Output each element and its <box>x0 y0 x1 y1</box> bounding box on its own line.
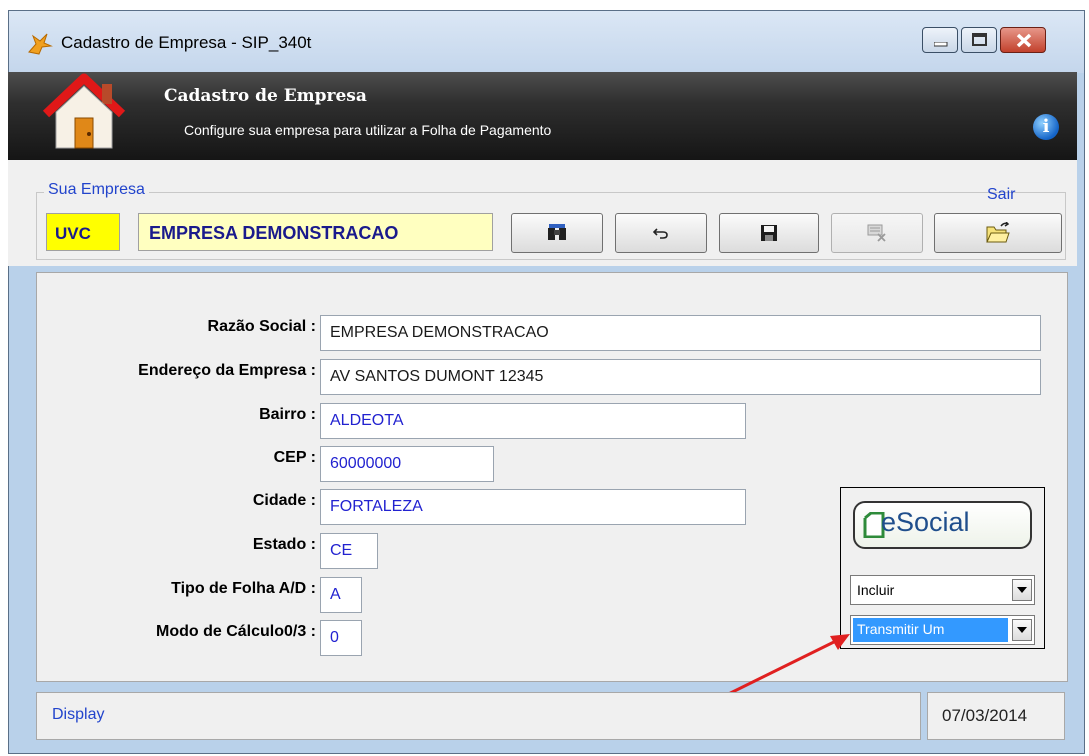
minimize-button[interactable] <box>922 27 958 53</box>
search-button[interactable] <box>511 213 603 253</box>
label-endereco: Endereço da Empresa : <box>138 362 316 379</box>
status-bar <box>36 692 921 740</box>
undo-icon <box>653 228 668 239</box>
maximize-button[interactable] <box>961 27 997 53</box>
esocial-action-select[interactable]: Incluir <box>850 575 1035 605</box>
label-bairro: Bairro : <box>259 406 316 423</box>
binoculars-icon <box>548 224 566 240</box>
tipo-folha-field[interactable]: A <box>320 577 362 613</box>
label-tipo-folha: Tipo de Folha A/D : <box>171 580 316 597</box>
info-icon[interactable]: i <box>1033 114 1059 140</box>
bairro-field[interactable]: ALDEOTA <box>320 403 746 439</box>
chevron-down-icon[interactable] <box>1012 619 1032 641</box>
save-button[interactable] <box>719 213 819 253</box>
razao-social-field[interactable]: EMPRESA DEMONSTRACAO <box>320 315 1041 351</box>
label-cep: CEP : <box>273 449 316 466</box>
open-folder-icon <box>986 222 1010 243</box>
header-title: Cadastro de Empresa <box>164 86 367 106</box>
floppy-disk-icon <box>761 225 777 241</box>
exit-button[interactable] <box>934 213 1062 253</box>
label-cidade: Cidade : <box>252 492 316 509</box>
header-subtitle: Configure sua empresa para utilizar a Fo… <box>184 122 552 138</box>
esocial-mode-select[interactable]: Transmitir Um <box>850 615 1035 645</box>
endereco-field[interactable]: AV SANTOS DUMONT 12345 <box>320 359 1041 395</box>
cidade-field[interactable]: FORTALEZA <box>320 489 746 525</box>
app-logo-icon <box>27 32 53 56</box>
delete-button[interactable] <box>831 213 923 253</box>
modo-calculo-field[interactable]: 0 <box>320 620 362 656</box>
chevron-down-icon[interactable] <box>1012 579 1032 601</box>
delete-record-icon <box>867 224 886 242</box>
status-date: 07/03/2014 <box>942 706 1028 725</box>
company-name-field[interactable]: EMPRESA DEMONSTRACAO <box>138 213 493 251</box>
exit-label: Sair <box>987 186 1016 203</box>
group-legend: Sua Empresa <box>44 181 149 199</box>
label-estado: Estado : <box>252 536 316 553</box>
undo-button[interactable] <box>615 213 707 253</box>
close-button[interactable] <box>1000 27 1046 53</box>
esocial-action-value: Incluir <box>857 582 895 598</box>
label-modo-calculo: Modo de Cálculo0/3 : <box>155 623 316 640</box>
house-icon <box>40 72 128 152</box>
esocial-logo-text: eSocial <box>881 507 970 537</box>
window-title: Cadastro de Empresa - SIP_340t <box>61 33 312 52</box>
estado-field[interactable]: CE <box>320 533 378 569</box>
esocial-mode-value: Transmitir Um <box>853 618 1008 642</box>
label-razao-social: Razão Social : <box>207 318 316 335</box>
company-code-field[interactable]: UVC <box>46 213 120 251</box>
status-mode-text: Display <box>52 706 105 723</box>
cep-field[interactable]: 60000000 <box>320 446 494 482</box>
